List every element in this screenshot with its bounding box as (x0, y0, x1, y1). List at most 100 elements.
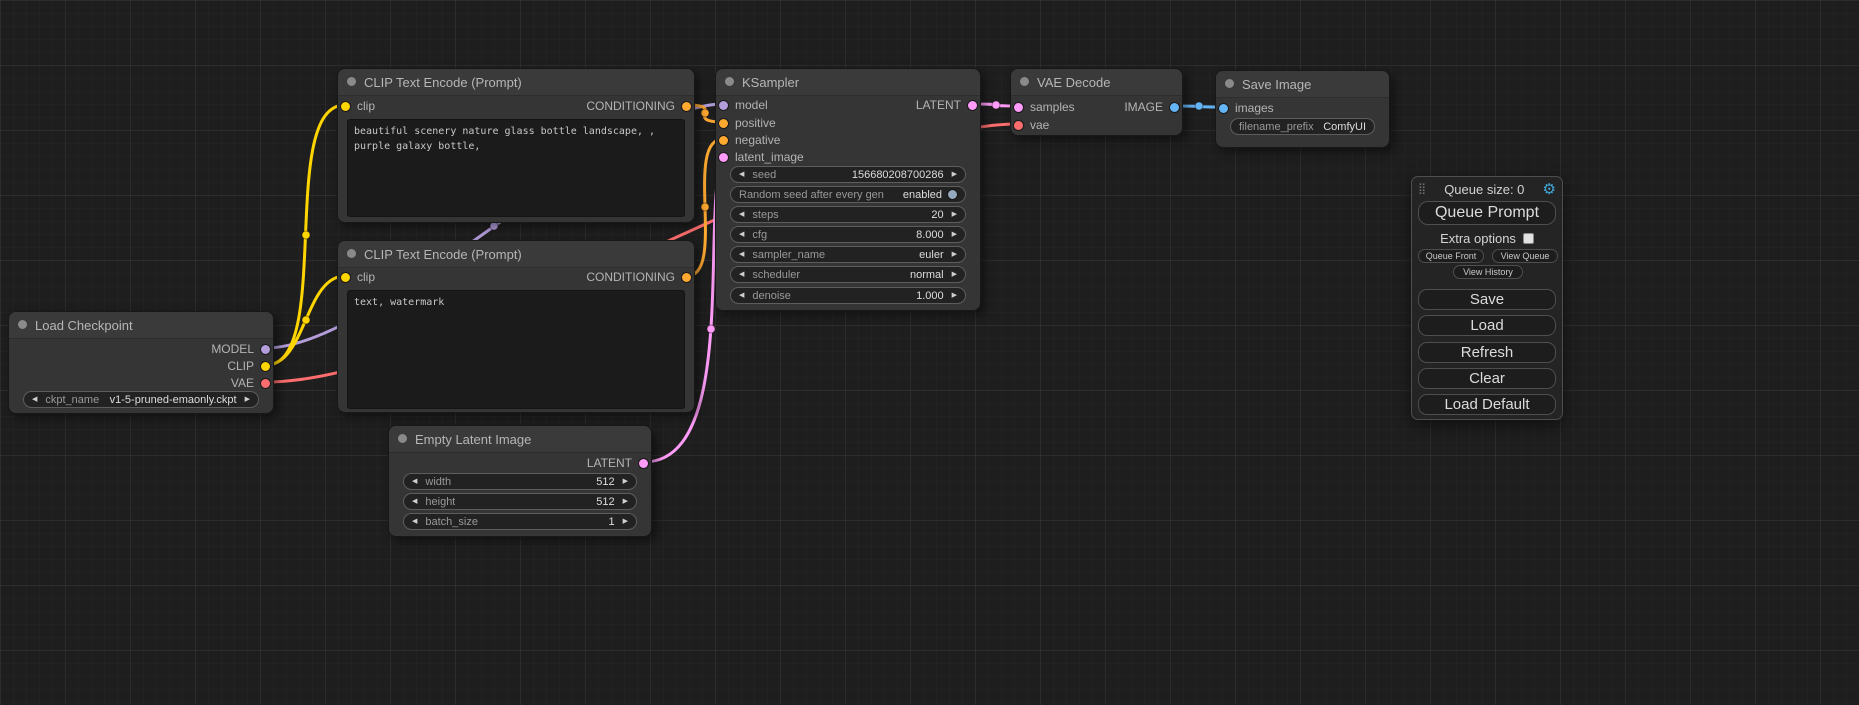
extra-options-checkbox[interactable] (1523, 233, 1534, 244)
input-port-latent-image[interactable] (719, 153, 728, 162)
node-clip-text-encode-negative[interactable]: CLIP Text Encode (Prompt) clip CONDITION… (337, 240, 695, 413)
decrement-arrow-icon[interactable]: ◀ (412, 518, 417, 525)
widget-label: sampler_name (752, 249, 825, 261)
width-widget[interactable]: ◀ width 512 ▶ (403, 473, 637, 490)
collapse-dot-icon[interactable] (18, 320, 27, 329)
widget-label: seed (752, 169, 776, 181)
collapse-dot-icon[interactable] (1225, 79, 1234, 88)
denoise-widget[interactable]: ◀ denoise 1.000 ▶ (730, 287, 966, 304)
decrement-arrow-icon[interactable]: ◀ (412, 498, 417, 505)
increment-arrow-icon[interactable]: ▶ (952, 271, 957, 278)
increment-arrow-icon[interactable]: ▶ (245, 396, 250, 403)
increment-arrow-icon[interactable]: ▶ (623, 478, 628, 485)
decrement-arrow-icon[interactable]: ◀ (739, 271, 744, 278)
output-slot-vae: VAE (231, 376, 270, 390)
save-button[interactable]: Save (1418, 289, 1556, 310)
random-seed-toggle-widget[interactable]: Random seed after every gen enabled (730, 186, 966, 203)
increment-arrow-icon[interactable]: ▶ (952, 292, 957, 299)
input-port-vae[interactable] (1014, 121, 1023, 130)
input-port-clip[interactable] (341, 273, 350, 282)
slot-label: LATENT (587, 456, 632, 470)
graph-canvas[interactable]: Load Checkpoint MODEL CLIP VAE ◀ ckpt_na… (0, 0, 1859, 705)
decrement-arrow-icon[interactable]: ◀ (739, 211, 744, 218)
node-save-image[interactable]: Save Image images filename_prefix ComfyU… (1215, 70, 1390, 148)
increment-arrow-icon[interactable]: ▶ (952, 251, 957, 258)
link-midpoint-dot (992, 101, 1000, 109)
output-slot-latent: LATENT (587, 456, 648, 470)
input-port-clip[interactable] (341, 102, 350, 111)
queue-prompt-button[interactable]: Queue Prompt (1418, 201, 1556, 225)
collapse-dot-icon[interactable] (347, 77, 356, 86)
node-title-bar[interactable]: VAE Decode (1011, 69, 1182, 96)
output-slot-latent: LATENT (916, 98, 977, 112)
output-port-vae[interactable] (261, 379, 270, 388)
height-widget[interactable]: ◀ height 512 ▶ (403, 493, 637, 510)
seed-widget[interactable]: ◀ seed 156680208700286 ▶ (730, 166, 966, 183)
queue-front-button[interactable]: Queue Front (1418, 249, 1484, 263)
slot-label: samples (1030, 100, 1075, 114)
settings-gear-icon[interactable]: ⚙ (1543, 182, 1556, 197)
node-title-bar[interactable]: KSampler (716, 69, 980, 96)
input-port-model[interactable] (719, 101, 728, 110)
node-title-bar[interactable]: CLIP Text Encode (Prompt) (338, 69, 694, 96)
output-port-conditioning[interactable] (682, 102, 691, 111)
node-title-bar[interactable]: Load Checkpoint (9, 312, 273, 339)
toggle-indicator-icon[interactable] (948, 190, 957, 199)
negative-prompt-textarea[interactable]: text, watermark (347, 290, 685, 409)
node-ksampler[interactable]: KSampler model positive negative latent_… (715, 68, 981, 311)
node-load-checkpoint[interactable]: Load Checkpoint MODEL CLIP VAE ◀ ckpt_na… (8, 311, 274, 414)
filename-prefix-widget[interactable]: filename_prefix ComfyUI (1230, 118, 1375, 135)
output-port-latent[interactable] (639, 459, 648, 468)
widget-label: cfg (752, 229, 767, 241)
view-queue-button[interactable]: View Queue (1492, 249, 1558, 263)
collapse-dot-icon[interactable] (347, 249, 356, 258)
input-port-images[interactable] (1219, 104, 1228, 113)
batch-size-widget[interactable]: ◀ batch_size 1 ▶ (403, 513, 637, 530)
output-port-latent[interactable] (968, 101, 977, 110)
slot-label: MODEL (211, 342, 254, 356)
output-port-image[interactable] (1170, 103, 1179, 112)
node-title-bar[interactable]: CLIP Text Encode (Prompt) (338, 241, 694, 268)
decrement-arrow-icon[interactable]: ◀ (739, 231, 744, 238)
view-history-button[interactable]: View History (1453, 265, 1523, 279)
link-midpoint-dot (302, 231, 310, 239)
collapse-dot-icon[interactable] (398, 434, 407, 443)
output-port-conditioning[interactable] (682, 273, 691, 282)
node-vae-decode[interactable]: VAE Decode samples vae IMAGE (1010, 68, 1183, 136)
extra-options-row: Extra options (1412, 231, 1562, 245)
decrement-arrow-icon[interactable]: ◀ (32, 396, 37, 403)
input-port-positive[interactable] (719, 119, 728, 128)
increment-arrow-icon[interactable]: ▶ (952, 211, 957, 218)
clear-button[interactable]: Clear (1418, 368, 1556, 389)
decrement-arrow-icon[interactable]: ◀ (739, 292, 744, 299)
positive-prompt-textarea[interactable]: beautiful scenery nature glass bottle la… (347, 119, 685, 217)
drag-handle-icon[interactable]: ⣿ (1418, 184, 1426, 195)
load-default-button[interactable]: Load Default (1418, 394, 1556, 415)
decrement-arrow-icon[interactable]: ◀ (412, 478, 417, 485)
increment-arrow-icon[interactable]: ▶ (623, 518, 628, 525)
steps-widget[interactable]: ◀ steps 20 ▶ (730, 206, 966, 223)
increment-arrow-icon[interactable]: ▶ (952, 231, 957, 238)
widget-value: 156680208700286 (852, 169, 944, 181)
cfg-widget[interactable]: ◀ cfg 8.000 ▶ (730, 226, 966, 243)
increment-arrow-icon[interactable]: ▶ (623, 498, 628, 505)
output-port-model[interactable] (261, 345, 270, 354)
increment-arrow-icon[interactable]: ▶ (952, 171, 957, 178)
collapse-dot-icon[interactable] (1020, 77, 1029, 86)
node-title-bar[interactable]: Empty Latent Image (389, 426, 651, 453)
node-title-bar[interactable]: Save Image (1216, 71, 1389, 98)
widget-label: width (425, 476, 451, 488)
node-clip-text-encode-positive[interactable]: CLIP Text Encode (Prompt) clip CONDITION… (337, 68, 695, 223)
ckpt-name-widget[interactable]: ◀ ckpt_name v1-5-pruned-emaonly.ckpt ▶ (23, 391, 259, 408)
refresh-button[interactable]: Refresh (1418, 342, 1556, 363)
collapse-dot-icon[interactable] (725, 77, 734, 86)
decrement-arrow-icon[interactable]: ◀ (739, 251, 744, 258)
sampler-name-widget[interactable]: ◀ sampler_name euler ▶ (730, 246, 966, 263)
input-port-negative[interactable] (719, 136, 728, 145)
output-port-clip[interactable] (261, 362, 270, 371)
node-empty-latent-image[interactable]: Empty Latent Image LATENT ◀ width 512 ▶ … (388, 425, 652, 537)
decrement-arrow-icon[interactable]: ◀ (739, 171, 744, 178)
load-button[interactable]: Load (1418, 315, 1556, 336)
input-port-samples[interactable] (1014, 103, 1023, 112)
scheduler-widget[interactable]: ◀ scheduler normal ▶ (730, 266, 966, 283)
